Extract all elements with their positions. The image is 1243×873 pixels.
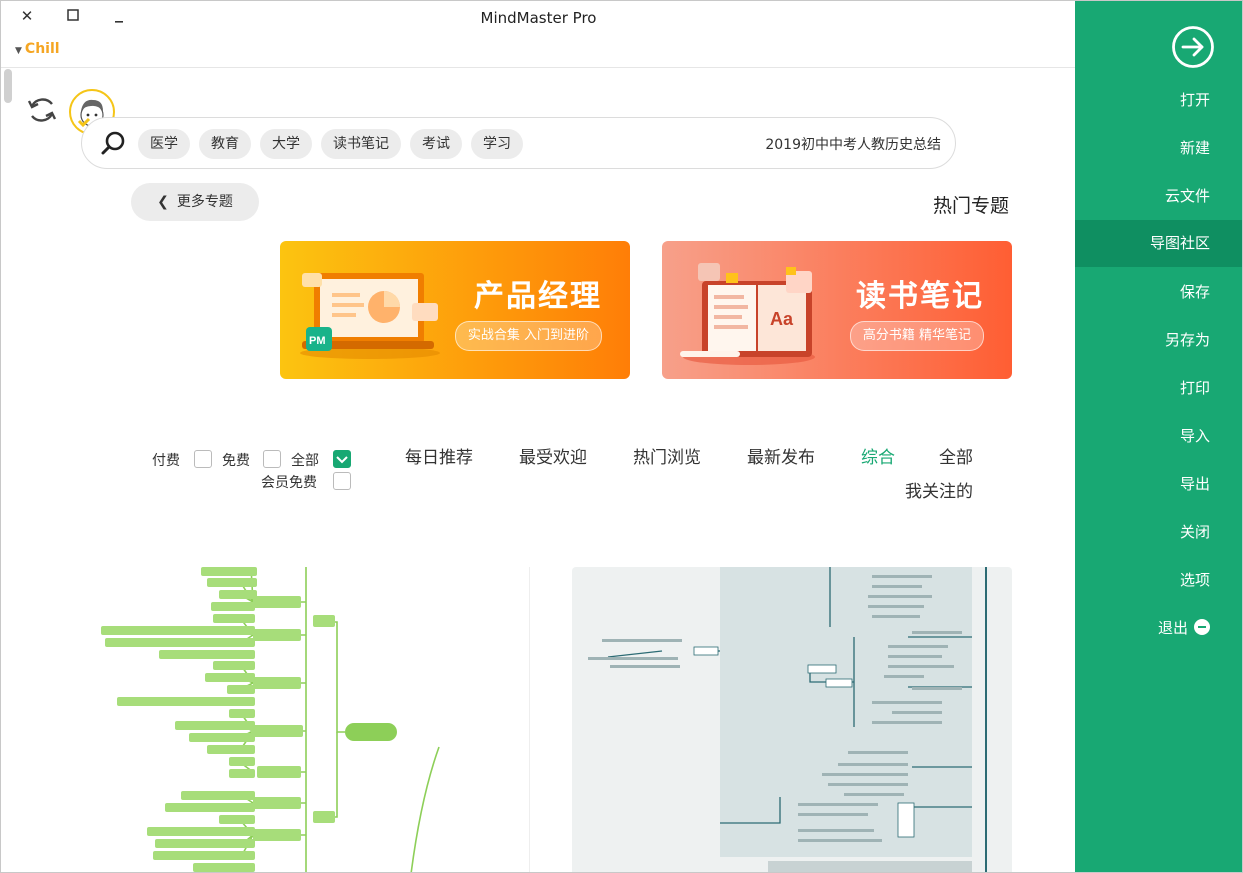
search-tag[interactable]: 读书笔记 <box>321 129 401 159</box>
tab-following[interactable]: 我关注的 <box>905 477 973 502</box>
sidebar-item-open[interactable]: 打开 <box>1075 77 1242 124</box>
tab-popular[interactable]: 热门浏览 <box>633 443 701 468</box>
section-title: 热门专题 <box>932 195 1009 217</box>
sidebar-item-new[interactable]: 新建 <box>1075 125 1242 172</box>
checkmark-icon <box>336 456 348 464</box>
mindmap-preview-card[interactable] <box>572 567 1012 872</box>
title-bar: ✕ MindMaster Pro ▼ Chill <box>1 1 1076 68</box>
more-topics-button[interactable]: ❮ 更多专题 <box>131 183 259 221</box>
laptop-icon: PM <box>300 273 440 359</box>
filter-all-checkbox[interactable] <box>333 450 351 468</box>
sidebar-item-cloud-files[interactable]: 云文件 <box>1075 173 1242 220</box>
sidebar-item-import[interactable]: 导入 <box>1075 413 1242 460</box>
tab-all[interactable]: 全部 <box>939 443 973 468</box>
banner-title: 产品经理 <box>474 279 602 314</box>
search-bar: 学习 考试 读书笔记 大学 教育 医学 <box>81 117 956 172</box>
sidebar-item-save[interactable]: 保存 <box>1075 269 1242 316</box>
banner-subtitle: 实战合集 入门到进阶 <box>454 321 602 351</box>
banner-badge: Aa <box>770 309 794 329</box>
app-title: MindMaster Pro <box>480 9 597 27</box>
filter-member-free-label: 会员免费 <box>261 475 317 491</box>
filter-all-label: 全部 <box>291 453 319 469</box>
search-tag[interactable]: 教育 <box>199 129 251 159</box>
search-tags: 学习 考试 读书笔记 大学 教育 医学 <box>138 129 523 159</box>
sidebar-item-print[interactable]: 打印 <box>1075 365 1242 412</box>
search-icon[interactable] <box>100 130 126 156</box>
theme-label: Chill <box>24 41 60 57</box>
search-tag[interactable]: 医学 <box>138 129 190 159</box>
sidebar-item-community[interactable]: 导图社区 <box>1075 220 1242 267</box>
search-input[interactable] <box>699 118 943 172</box>
theme-selector[interactable]: ▼ Chill <box>15 41 60 57</box>
tab-overall[interactable]: 综合 <box>861 443 895 468</box>
banner-reading-notes[interactable]: Aa 读书笔记 高分书籍 精华笔记 <box>662 241 1012 379</box>
search-tag[interactable]: 大学 <box>260 129 312 159</box>
filter-free-checkbox[interactable] <box>263 450 281 468</box>
search-tag[interactable]: 学习 <box>471 129 523 159</box>
chevron-down-icon: ▼ <box>15 46 22 56</box>
mindmap-thumbnail <box>588 567 987 872</box>
app-window: ✕ MindMaster Pro ▼ Chill 学习 考试 读书笔记 大学 教… <box>0 0 1243 873</box>
filter-member-free-checkbox[interactable] <box>333 472 351 490</box>
banner-subtitle: 高分书籍 精华笔记 <box>849 321 984 351</box>
scrollbar[interactable] <box>4 69 12 103</box>
back-arrow-icon[interactable] <box>1171 25 1215 69</box>
filter-paid-label: 付费 <box>152 453 180 469</box>
exit-icon <box>1194 619 1210 635</box>
banner-title: 读书笔记 <box>856 279 984 314</box>
sidebar-item-options[interactable]: 选项 <box>1075 557 1242 604</box>
tab-daily-pick[interactable]: 每日推荐 <box>405 443 473 468</box>
more-topics-label: 更多专题 <box>176 194 233 210</box>
tab-most-liked[interactable]: 最受欢迎 <box>519 443 587 468</box>
search-tag[interactable]: 考试 <box>410 129 462 159</box>
filter-free-label: 免费 <box>222 453 250 469</box>
sidebar-item-export[interactable]: 导出 <box>1075 461 1242 508</box>
tab-latest[interactable]: 最新发布 <box>747 443 815 468</box>
banner-badge: PM <box>309 335 326 347</box>
mindmap-thumbnail <box>101 567 440 872</box>
filter-paid-checkbox[interactable] <box>194 450 212 468</box>
sidebar: 打开 新建 云文件 导图社区 保存 另存为 打印 导入 导出 关闭 选项 退出 <box>1075 1 1242 872</box>
mindmap-preview-card[interactable] <box>101 567 530 872</box>
exit-label: 退出 <box>1157 619 1188 637</box>
chevron-left-icon: ❮ <box>157 194 169 210</box>
sidebar-item-exit[interactable]: 退出 <box>1075 605 1242 652</box>
sidebar-item-save-as[interactable]: 另存为 <box>1075 317 1242 364</box>
banner-product-manager[interactable]: PM 产品经理 实战合集 入门到进阶 <box>280 241 630 379</box>
open-book-icon: Aa <box>680 263 815 365</box>
refresh-icon[interactable] <box>25 93 59 127</box>
sidebar-item-close[interactable]: 关闭 <box>1075 509 1242 556</box>
